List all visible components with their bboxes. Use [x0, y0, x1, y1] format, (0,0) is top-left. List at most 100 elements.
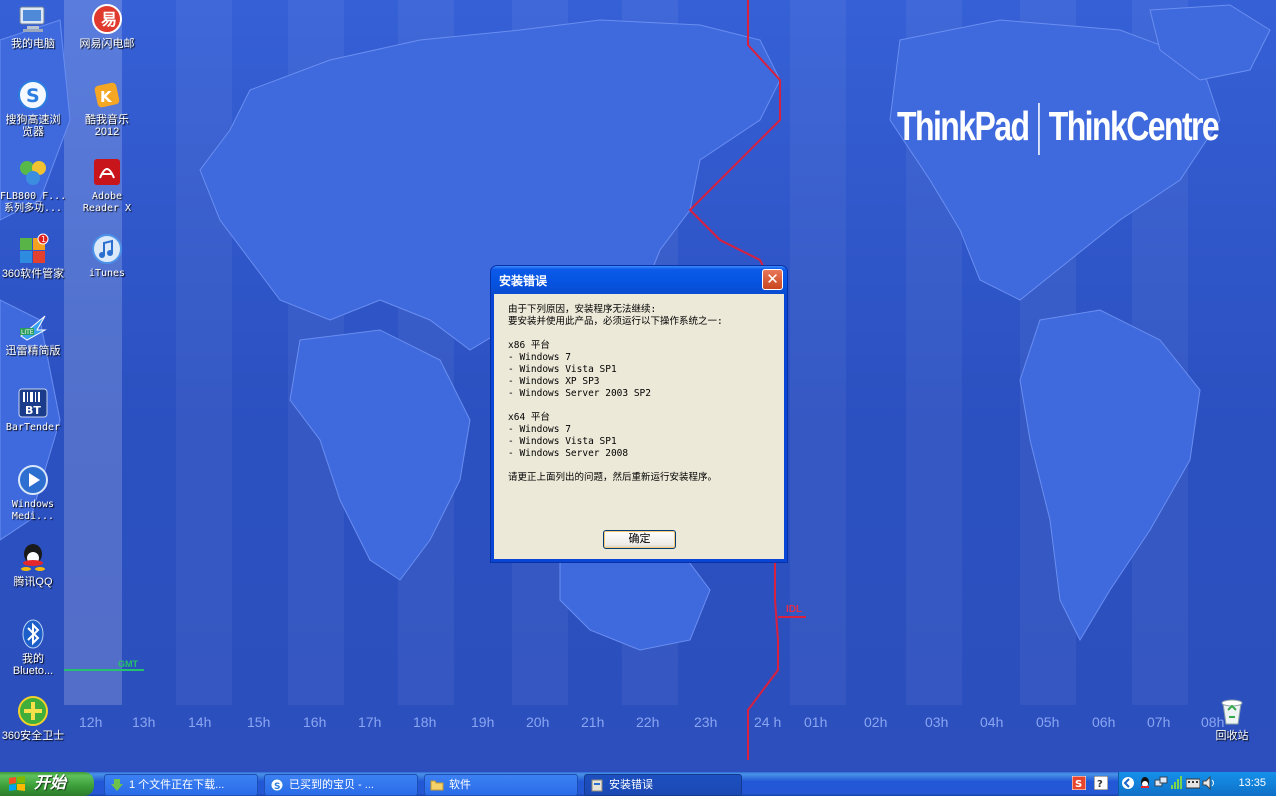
download-icon: [111, 779, 123, 791]
desktop-icon-netease-mail[interactable]: 易 网易闪电邮: [71, 3, 143, 50]
desktop-icon-label: 回收站: [1215, 730, 1249, 742]
netease-mail-icon: 易: [91, 3, 123, 35]
desktop-icon-label: iTunes: [88, 268, 126, 279]
desktop-icon-label: BarTender: [5, 422, 61, 433]
desktop-icon-adobe-reader[interactable]: Adobe Reader X: [71, 156, 143, 215]
desktop-icon-itunes[interactable]: iTunes: [71, 233, 143, 280]
dialog-title: 安装错误: [499, 274, 548, 288]
hour-label: 05h: [1036, 714, 1060, 730]
hour-label: 13h: [132, 714, 156, 730]
svg-text:?: ?: [1097, 779, 1103, 790]
desktop-icon-my-computer[interactable]: 我的电脑: [0, 3, 69, 50]
tray-expand-icon[interactable]: [1121, 776, 1135, 790]
taskbar-item-browser[interactable]: S 已买到的宝贝 - ...: [264, 774, 418, 796]
error-message: 由于下列原因，安装程序无法继续: 要安装并使用此产品，必须运行以下操作系统之一:…: [508, 304, 723, 483]
hour-label: 06h: [1092, 714, 1116, 730]
sogou-input-icon[interactable]: S: [1072, 776, 1086, 790]
install-error-dialog[interactable]: 安装错误 ✕ 由于下列原因，安装程序无法继续: 要安装并使用此产品，必须运行以下…: [490, 265, 788, 563]
desktop-icon-label: Adobe Reader X: [82, 191, 132, 214]
dialog-titlebar[interactable]: 安装错误 ✕: [491, 266, 787, 294]
svg-text:S: S: [274, 782, 280, 792]
desktop-icon-label: 网易闪电邮: [79, 38, 135, 50]
hour-label: 18h: [413, 714, 437, 730]
hour-scale: 12h 13h 14h 15h 16h 17h 18h 19h 20h 21h …: [0, 714, 1276, 734]
desktop-icon-kuwo-music[interactable]: K 酷我音乐2012: [71, 79, 143, 138]
xunlei-icon: LITE: [17, 310, 49, 342]
adobe-reader-icon: [91, 156, 123, 188]
desktop-icon-xunlei[interactable]: LITE 迅雷精简版: [0, 310, 69, 357]
start-label: 开始: [34, 775, 67, 792]
taskbar: 开始 1 个文件正在下载... S 已买到的宝贝 - ... 软件 安装错误 S…: [0, 772, 1276, 796]
taskbar-item-download[interactable]: 1 个文件正在下载...: [104, 774, 258, 796]
desktop-icon-label: 我的电脑: [11, 38, 55, 50]
dialog-body: 由于下列原因，安装程序无法继续: 要安装并使用此产品，必须运行以下操作系统之一:…: [494, 294, 784, 559]
signal-icon[interactable]: [1170, 776, 1184, 790]
taskbar-item-label: 1 个文件正在下载...: [129, 779, 225, 791]
svg-text:S: S: [26, 85, 40, 107]
hour-label: 20h: [526, 714, 550, 730]
gmt-label: GMT: [118, 659, 138, 669]
windows-media-icon: [17, 464, 49, 496]
qq-tray-icon[interactable]: [1138, 776, 1152, 790]
hour-label: 14h: [188, 714, 212, 730]
installer-icon: [591, 779, 603, 792]
hour-label: 23h: [694, 714, 718, 730]
taskbar-item-folder[interactable]: 软件: [424, 774, 578, 796]
windows-flag-icon: [9, 776, 25, 791]
svg-text:易: 易: [101, 10, 117, 29]
volume-icon[interactable]: [1202, 776, 1216, 790]
desktop-icon-360-safe[interactable]: 360安全卫士: [0, 695, 69, 742]
desktop-icon-recycle-bin[interactable]: 回收站: [1196, 695, 1268, 742]
flb800-icon: [17, 156, 49, 188]
svg-text:K: K: [100, 88, 113, 106]
keyboard-icon[interactable]: [1186, 776, 1200, 790]
360-safe-icon: [17, 695, 49, 727]
clock[interactable]: 13:35: [1238, 777, 1266, 789]
hour-label: 22h: [636, 714, 660, 730]
desktop-icon-label: 我的Blueto...: [12, 653, 54, 677]
desktop-icon-windows-media[interactable]: Windows Medi...: [0, 464, 69, 523]
desktop-icon-label: 酷我音乐2012: [85, 114, 129, 138]
taskbar-item-install-error[interactable]: 安装错误: [584, 774, 742, 796]
hour-label: 07h: [1147, 714, 1171, 730]
desktop-icon-sogou-browser[interactable]: S 搜狗高速浏览器: [0, 79, 69, 138]
desktop: ThinkPad ThinkCentre IDL GMT 12h 13h 14h …: [0, 0, 1276, 772]
bartender-icon: BT: [17, 387, 49, 419]
start-button[interactable]: 开始: [0, 772, 94, 796]
taskbar-item-label: 已买到的宝贝 - ...: [289, 779, 374, 791]
sogou-browser-icon: S: [17, 79, 49, 111]
kuwo-music-icon: K: [91, 79, 123, 111]
folder-icon: [430, 780, 444, 791]
desktop-icon-flb800[interactable]: FLB800_F...系列多功...: [0, 156, 69, 215]
desktop-icon-bartender[interactable]: BT BarTender: [0, 387, 69, 434]
recycle-bin-icon: [1216, 695, 1248, 727]
desktop-icon-label: Windows Medi...: [11, 499, 55, 522]
taskbar-item-label: 安装错误: [609, 779, 653, 791]
360-software-icon: 1: [17, 233, 49, 265]
desktop-icon-label: 360软件管家: [1, 268, 65, 280]
desktop-icon-qq[interactable]: 腾讯QQ: [0, 541, 69, 588]
hour-label: 01h: [804, 714, 828, 730]
desktop-icon-bluetooth[interactable]: 我的Blueto...: [0, 618, 69, 677]
hour-label: 03h: [925, 714, 949, 730]
help-icon[interactable]: ?: [1094, 776, 1108, 790]
desktop-icon-label: FLB800_F...系列多功...: [0, 191, 67, 214]
svg-text:1: 1: [41, 235, 46, 244]
system-tray: 13:35: [1118, 772, 1276, 796]
hour-label: 21h: [581, 714, 605, 730]
network-icon[interactable]: [1154, 776, 1168, 790]
svg-text:LITE: LITE: [21, 329, 34, 336]
close-icon[interactable]: ✕: [762, 269, 783, 290]
hour-label: 16h: [303, 714, 327, 730]
svg-text:BT: BT: [25, 404, 41, 417]
taskbar-item-label: 软件: [449, 779, 471, 791]
desktop-icon-label: 腾讯QQ: [13, 576, 53, 588]
desktop-icon-label: 迅雷精简版: [5, 345, 61, 357]
sogou-browser-icon: S: [270, 778, 284, 792]
hour-label: 17h: [358, 714, 382, 730]
thinkpad-thinkcentre-logo: ThinkPad ThinkCentre: [897, 103, 1220, 156]
ok-button[interactable]: 确定: [603, 530, 676, 549]
desktop-icon-360-software[interactable]: 1 360软件管家: [0, 233, 69, 280]
desktop-icon-label: 搜狗高速浏览器: [5, 114, 61, 138]
desktop-icon-label: 360安全卫士: [1, 730, 65, 742]
